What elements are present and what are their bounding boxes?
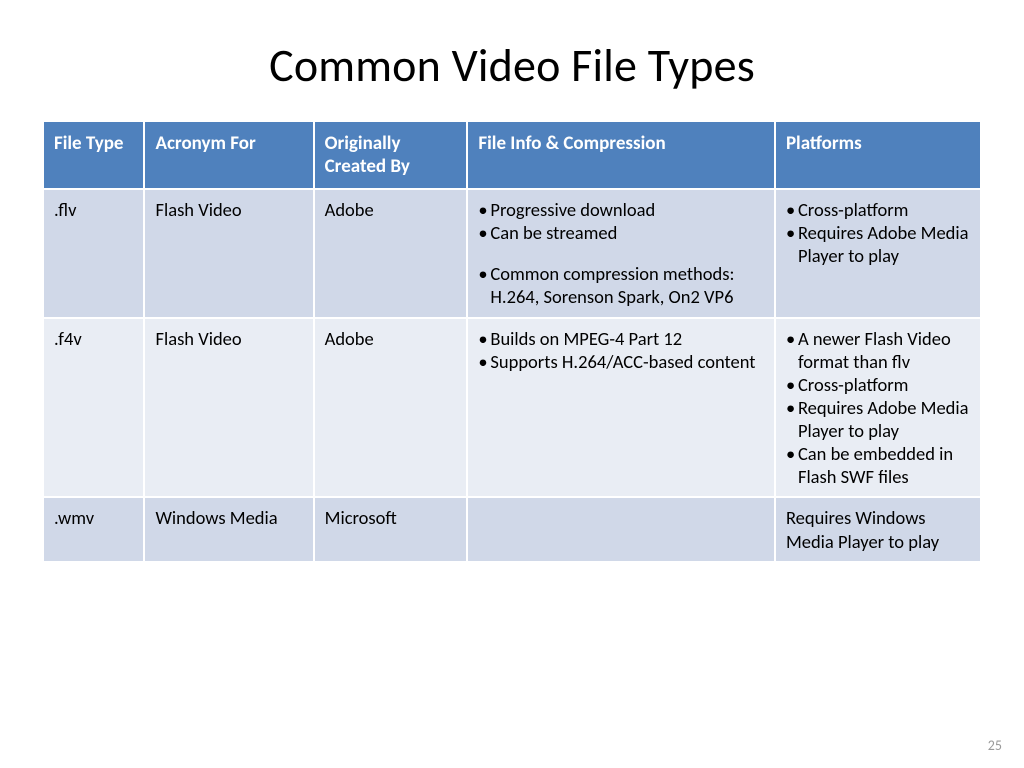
col-acronym: Acronym For <box>144 122 313 189</box>
bullet-item: Common compression methods: H.264, Soren… <box>478 262 766 308</box>
video-types-table: File Type Acronym For Originally Created… <box>44 122 980 563</box>
cell-file-type: .f4v <box>44 318 144 498</box>
bullet-item: Can be streamed <box>478 221 766 244</box>
bullet-list: Cross-platformRequires Adobe Media Playe… <box>786 198 972 267</box>
cell-info <box>467 497 775 561</box>
bullet-list: Builds on MPEG-4 Part 12Supports H.264/A… <box>478 327 766 373</box>
col-info: File Info & Compression <box>467 122 775 189</box>
bullet-item: A newer Flash Video format than flv <box>786 327 972 373</box>
cell-file-type: .wmv <box>44 497 144 561</box>
cell-acronym: Windows Media <box>144 497 313 561</box>
table-row: .flvFlash VideoAdobeProgressive download… <box>44 189 980 318</box>
table-header-row: File Type Acronym For Originally Created… <box>44 122 980 189</box>
page-title: Common Video File Types <box>44 38 980 94</box>
page-number: 25 <box>988 737 1002 754</box>
bullet-item: Cross-platform <box>786 373 972 396</box>
col-platforms: Platforms <box>775 122 980 189</box>
cell-acronym: Flash Video <box>144 318 313 498</box>
cell-platforms: Cross-platformRequires Adobe Media Playe… <box>775 189 980 318</box>
cell-acronym: Flash Video <box>144 189 313 318</box>
slide: Common Video File Types File Type Acrony… <box>0 0 1024 768</box>
bullet-item: Progressive download <box>478 198 766 221</box>
cell-platforms: Requires Windows Media Player to play <box>775 497 980 561</box>
col-created-by: Originally Created By <box>314 122 468 189</box>
bullet-item: Requires Adobe Media Player to play <box>786 396 972 442</box>
bullet-item: Builds on MPEG-4 Part 12 <box>478 327 766 350</box>
cell-text: Requires Windows Media Player to play <box>786 506 939 552</box>
table-row: .wmvWindows MediaMicrosoft Requires Windo… <box>44 497 980 561</box>
bullet-list: A newer Flash Video format than flvCross… <box>786 327 972 489</box>
bullet-item: Supports H.264/ACC-based content <box>478 350 766 373</box>
cell-created-by: Adobe <box>314 189 468 318</box>
bullet-list: Progressive downloadCan be streamed Commo… <box>478 198 766 309</box>
cell-info: Builds on MPEG-4 Part 12Supports H.264/A… <box>467 318 775 498</box>
bullet-item: Can be embedded in Flash SWF files <box>786 442 972 488</box>
cell-file-type: .flv <box>44 189 144 318</box>
cell-info: Progressive downloadCan be streamed Commo… <box>467 189 775 318</box>
cell-platforms: A newer Flash Video format than flvCross… <box>775 318 980 498</box>
cell-created-by: Adobe <box>314 318 468 498</box>
cell-created-by: Microsoft <box>314 497 468 561</box>
bullet-item: Requires Adobe Media Player to play <box>786 221 972 267</box>
col-file-type: File Type <box>44 122 144 189</box>
bullet-item: Cross-platform <box>786 198 972 221</box>
table-row: .f4vFlash VideoAdobeBuilds on MPEG-4 Par… <box>44 318 980 498</box>
